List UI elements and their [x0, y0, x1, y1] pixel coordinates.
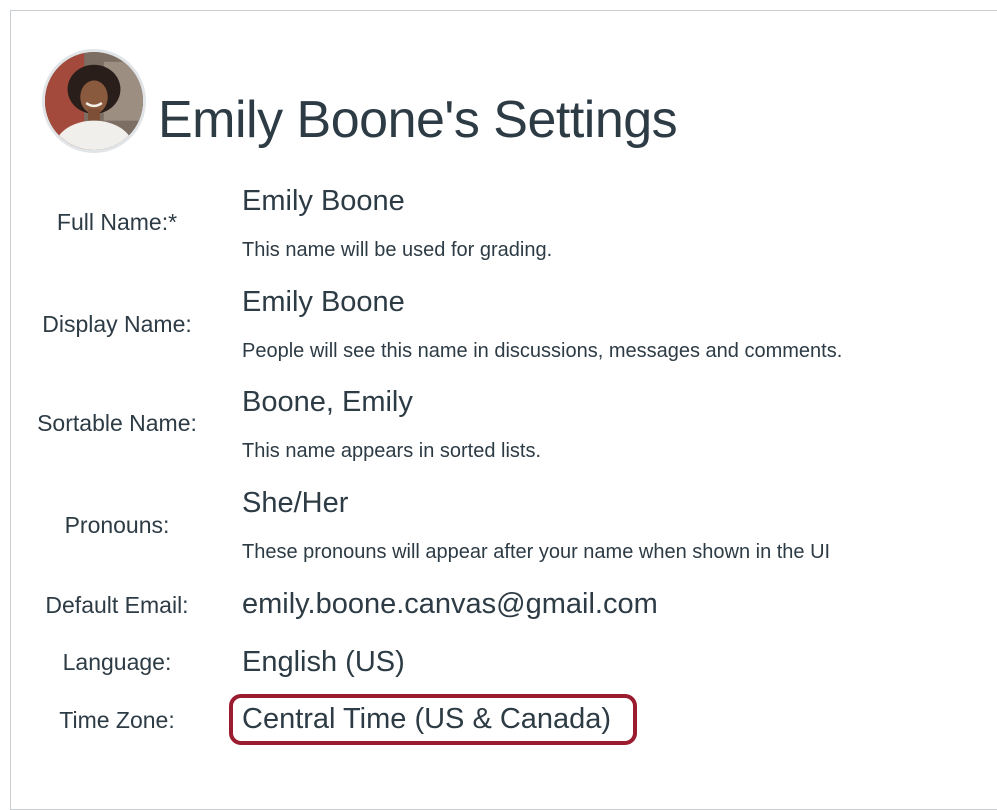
page-title: Emily Boone's Settings: [158, 91, 678, 149]
sortable-name-label: Sortable Name:: [37, 410, 197, 436]
full-name-value: Emily Boone: [242, 185, 405, 217]
display-name-value: Emily Boone: [242, 286, 405, 318]
full-name-hint: This name will be used for grading.: [242, 239, 553, 261]
full-name-label: Full Name:*: [56, 209, 178, 235]
default-email-value: emily.boone.canvas@gmail.com: [242, 588, 658, 620]
pronouns-label: Pronouns:: [64, 512, 170, 538]
pronouns-value: She/Her: [242, 487, 349, 519]
default-email-label: Default Email:: [45, 592, 189, 618]
language-label: Language:: [62, 649, 172, 675]
sortable-name-hint: This name appears in sorted lists.: [242, 440, 542, 462]
avatar[interactable]: [42, 49, 146, 153]
time-zone-highlight: [229, 694, 637, 745]
time-zone-label: Time Zone:: [59, 707, 175, 733]
sortable-name-value: Boone, Emily: [242, 386, 413, 418]
display-name-label: Display Name:: [42, 311, 192, 337]
language-value: English (US): [242, 646, 405, 678]
pronouns-hint: These pronouns will appear after your na…: [242, 541, 831, 563]
display-name-hint: People will see this name in discussions…: [242, 340, 843, 362]
profile-photo: [45, 52, 143, 150]
